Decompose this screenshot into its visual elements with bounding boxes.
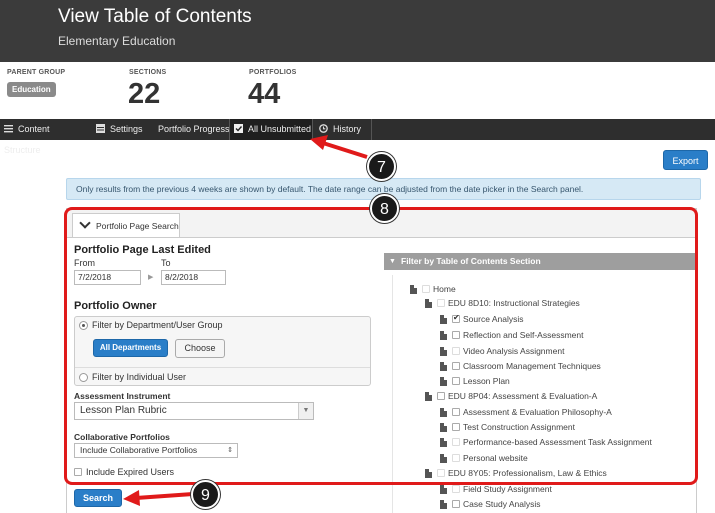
tab-history[interactable]: History xyxy=(315,119,371,140)
page-header: View Table of Contents Elementary Educat… xyxy=(0,0,715,62)
tab-label: History xyxy=(333,124,362,134)
toc-checkbox[interactable] xyxy=(452,485,460,493)
history-icon xyxy=(319,124,328,133)
tab-label: Settings xyxy=(110,124,143,134)
tab-settings[interactable]: Settings xyxy=(92,119,147,140)
highlight-box xyxy=(64,207,698,485)
toc-tree-item[interactable]: Field Study Assignment xyxy=(463,484,552,494)
callout-7: 7 xyxy=(367,152,396,181)
document-icon xyxy=(440,500,447,509)
sections-label: SECTIONS xyxy=(129,69,167,76)
tab-label: All Unsubmitted xyxy=(248,124,312,134)
checkbox-icon xyxy=(234,124,243,133)
document-icon xyxy=(440,485,447,494)
stats-bar: PARENT GROUP Education SECTIONS 22 PORTF… xyxy=(0,62,715,119)
parent-group-badge[interactable]: Education xyxy=(7,82,56,97)
list-icon xyxy=(4,125,13,133)
callout-8: 8 xyxy=(370,194,399,223)
parent-group-label: PARENT GROUP xyxy=(7,69,66,76)
callout-9: 9 xyxy=(191,480,220,509)
portfolios-label: PORTFOLIOS xyxy=(249,69,297,76)
tab-content-structure[interactable]: Content Structure xyxy=(0,119,86,155)
toc-checkbox[interactable] xyxy=(452,500,460,508)
page-title: View Table of Contents xyxy=(58,6,252,27)
sections-count: 22 xyxy=(128,78,161,110)
settings-icon xyxy=(96,124,105,133)
toc-tree-item[interactable]: Case Study Analysis xyxy=(463,499,540,509)
tab-portfolio-progress[interactable]: Portfolio Progress xyxy=(154,119,230,140)
tab-bar: Content Structure Settings Portfolio Pro… xyxy=(0,119,715,155)
tab-all-unsubmitted[interactable]: All Unsubmitted xyxy=(229,119,313,140)
export-button[interactable]: Export xyxy=(663,150,708,170)
tab-label: Portfolio Progress xyxy=(158,124,230,134)
page-subtitle: Elementary Education xyxy=(58,34,176,48)
portfolios-count: 44 xyxy=(248,78,281,110)
search-button[interactable]: Search xyxy=(74,489,122,507)
